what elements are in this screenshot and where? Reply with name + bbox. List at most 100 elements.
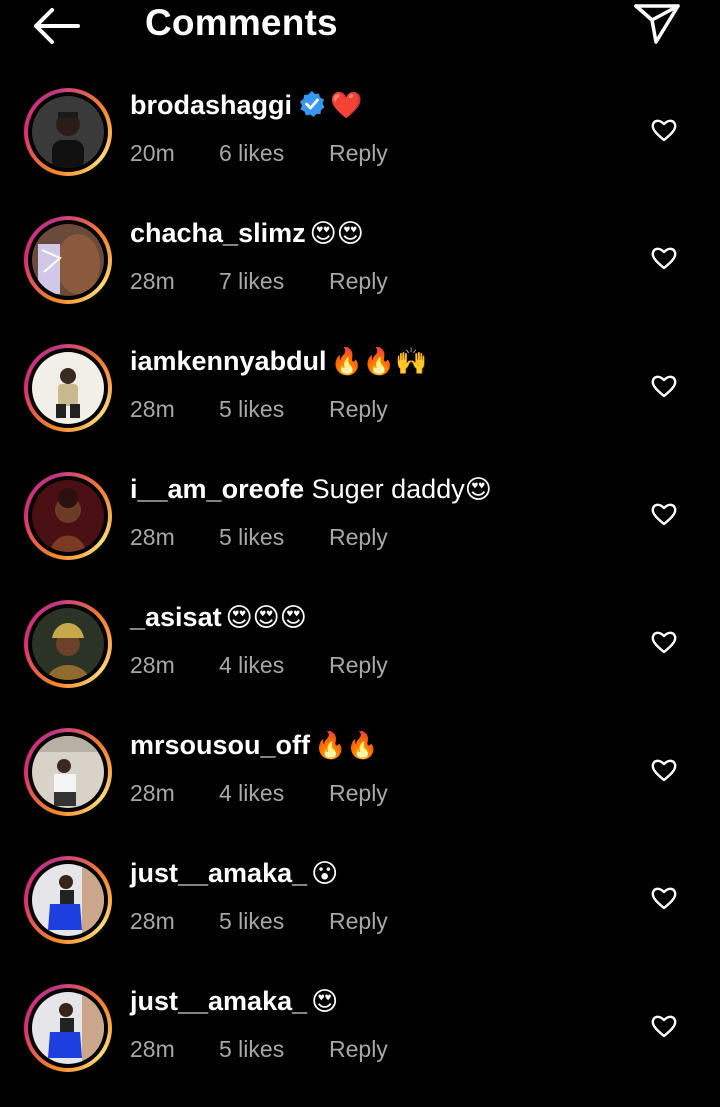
avatar-photo xyxy=(32,352,104,424)
avatar xyxy=(32,96,104,168)
story-ring[interactable] xyxy=(24,216,112,304)
like-button[interactable] xyxy=(650,756,678,784)
comment-time: 28m xyxy=(130,524,175,550)
heart-icon xyxy=(651,759,677,782)
like-button[interactable] xyxy=(650,244,678,272)
comment-line: just__amaka_ 😍 xyxy=(130,986,338,1017)
back-button[interactable] xyxy=(30,6,82,46)
reply-button[interactable]: Reply xyxy=(329,908,388,935)
like-count[interactable]: 5 likes xyxy=(219,1036,329,1063)
comment-line: just__amaka_ 😮 xyxy=(130,858,338,889)
comment-emoji: 😍 xyxy=(464,474,492,504)
comment-row: mrsousou_off 🔥🔥 28m 4 likes Reply xyxy=(0,708,720,836)
avatar-photo xyxy=(32,96,104,168)
like-count[interactable]: 4 likes xyxy=(219,652,329,679)
comment-row: iamkennyabdul 🔥🔥🙌 28m 5 likes Reply xyxy=(0,324,720,452)
comment-emoji: 😍😍 xyxy=(309,218,364,248)
username[interactable]: brodashaggi xyxy=(130,90,292,120)
comment-meta: 28m 5 likes Reply xyxy=(130,1036,388,1063)
like-count[interactable]: 5 likes xyxy=(219,524,329,551)
reply-button[interactable]: Reply xyxy=(329,268,388,295)
avatar xyxy=(32,992,104,1064)
like-button[interactable] xyxy=(650,500,678,528)
comment-row: just__amaka_ 😍 28m 5 likes Reply xyxy=(0,964,720,1092)
comment-line: mrsousou_off 🔥🔥 xyxy=(130,730,379,761)
like-button[interactable] xyxy=(650,372,678,400)
heart-icon xyxy=(651,503,677,526)
avatar xyxy=(32,224,104,296)
comment-emoji: 🔥🔥 xyxy=(314,730,379,760)
comment-row: just__amaka_ 😮 28m 5 likes Reply xyxy=(0,836,720,964)
avatar xyxy=(32,864,104,936)
comment-row: chacha_slimz 😍😍 28m 7 likes Reply xyxy=(0,196,720,324)
comment-time: 20m xyxy=(130,140,175,166)
story-ring[interactable] xyxy=(24,728,112,816)
comment-meta: 28m 7 likes Reply xyxy=(130,268,388,295)
avatar-photo xyxy=(32,480,104,552)
comment-time: 28m xyxy=(130,780,175,806)
heart-icon xyxy=(651,119,677,142)
username[interactable]: _asisat xyxy=(130,602,222,632)
username[interactable]: mrsousou_off xyxy=(130,730,310,760)
username[interactable]: just__amaka_ xyxy=(130,986,307,1016)
like-button[interactable] xyxy=(650,884,678,912)
story-ring[interactable] xyxy=(24,88,112,176)
comment-line: chacha_slimz 😍😍 xyxy=(130,218,364,249)
comment-line: iamkennyabdul 🔥🔥🙌 xyxy=(130,346,428,377)
story-ring[interactable] xyxy=(24,344,112,432)
reply-button[interactable]: Reply xyxy=(329,524,388,551)
top-bar: Comments xyxy=(0,0,720,64)
like-button[interactable] xyxy=(650,1012,678,1040)
heart-icon xyxy=(651,247,677,270)
username[interactable]: i__am_oreofe xyxy=(130,474,304,504)
story-ring[interactable] xyxy=(24,472,112,560)
avatar xyxy=(32,736,104,808)
comment-line: brodashaggi ❤️ xyxy=(130,90,362,121)
page-title: Comments xyxy=(145,2,338,43)
like-count[interactable]: 7 likes xyxy=(219,268,329,295)
comment-emoji: 😍 xyxy=(311,986,339,1016)
comment-row: i__am_oreofe Suger daddy😍 28m 5 likes Repl… xyxy=(0,452,720,580)
comment-time: 28m xyxy=(130,1036,175,1062)
username[interactable]: iamkennyabdul xyxy=(130,346,327,376)
comment-emoji: ❤️ xyxy=(330,90,363,120)
comment-time: 28m xyxy=(130,908,175,934)
reply-button[interactable]: Reply xyxy=(329,396,388,423)
comment-time: 28m xyxy=(130,396,175,422)
avatar-photo xyxy=(32,992,104,1064)
username[interactable]: just__amaka_ xyxy=(130,858,307,888)
comment-line: _asisat 😍😍😍 xyxy=(130,602,307,633)
comment-meta: 28m 5 likes Reply xyxy=(130,396,388,423)
comment-emoji: 😍😍😍 xyxy=(225,602,307,632)
heart-icon xyxy=(651,631,677,654)
avatar-photo xyxy=(32,864,104,936)
verified-badge-icon xyxy=(300,91,325,117)
story-ring[interactable] xyxy=(24,856,112,944)
send-button[interactable] xyxy=(630,0,684,46)
reply-button[interactable]: Reply xyxy=(329,652,388,679)
like-button[interactable] xyxy=(650,628,678,656)
comment-row: brodashaggi ❤️ 20m 6 likes Reply xyxy=(0,68,720,196)
heart-icon xyxy=(651,375,677,398)
avatar xyxy=(32,352,104,424)
comment-meta: 28m 5 likes Reply xyxy=(130,908,388,935)
reply-button[interactable]: Reply xyxy=(329,1036,388,1063)
comment-meta: 28m 4 likes Reply xyxy=(130,780,388,807)
like-count[interactable]: 4 likes xyxy=(219,780,329,807)
like-count[interactable]: 5 likes xyxy=(219,396,329,423)
like-count[interactable]: 6 likes xyxy=(219,140,329,167)
like-count[interactable]: 5 likes xyxy=(219,908,329,935)
comment-line: i__am_oreofe Suger daddy😍 xyxy=(130,474,492,505)
like-button[interactable] xyxy=(650,116,678,144)
comment-text: Suger daddy xyxy=(304,474,465,504)
username[interactable]: chacha_slimz xyxy=(130,218,306,248)
avatar-photo xyxy=(32,224,104,296)
story-ring[interactable] xyxy=(24,600,112,688)
story-ring[interactable] xyxy=(24,984,112,1072)
arrow-left-icon xyxy=(34,8,80,44)
reply-button[interactable]: Reply xyxy=(329,140,388,167)
comment-meta: 20m 6 likes Reply xyxy=(130,140,388,167)
paper-plane-icon xyxy=(634,4,680,44)
reply-button[interactable]: Reply xyxy=(329,780,388,807)
heart-icon xyxy=(651,887,677,910)
